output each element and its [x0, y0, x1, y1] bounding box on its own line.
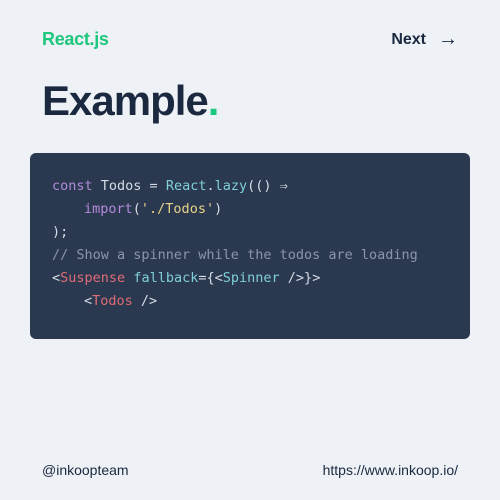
- website-url: https://www.inkoop.io/: [323, 462, 458, 478]
- brand-logo: React.js: [42, 29, 109, 50]
- title-row: Example.: [0, 51, 500, 125]
- arrow-right-icon: →: [438, 28, 458, 51]
- next-label: Next: [391, 31, 426, 49]
- code-line: );: [52, 221, 448, 244]
- code-comment-line: // Show a spinner while the todos are lo…: [52, 244, 448, 267]
- title-dot: .: [208, 77, 220, 124]
- next-button[interactable]: Next →: [391, 28, 458, 51]
- header: React.js Next →: [0, 0, 500, 51]
- code-line: import('./Todos'): [52, 198, 448, 221]
- code-line: const Todos = React.lazy(() ⇒: [52, 175, 448, 198]
- page-title: Example: [42, 77, 208, 124]
- code-line: <Todos />: [52, 290, 448, 313]
- footer: @inkoopteam https://www.inkoop.io/: [0, 462, 500, 478]
- social-handle: @inkoopteam: [42, 462, 129, 478]
- code-line: <Suspense fallback={<Spinner />}>: [52, 267, 448, 290]
- code-block: const Todos = React.lazy(() ⇒ import('./…: [30, 153, 470, 339]
